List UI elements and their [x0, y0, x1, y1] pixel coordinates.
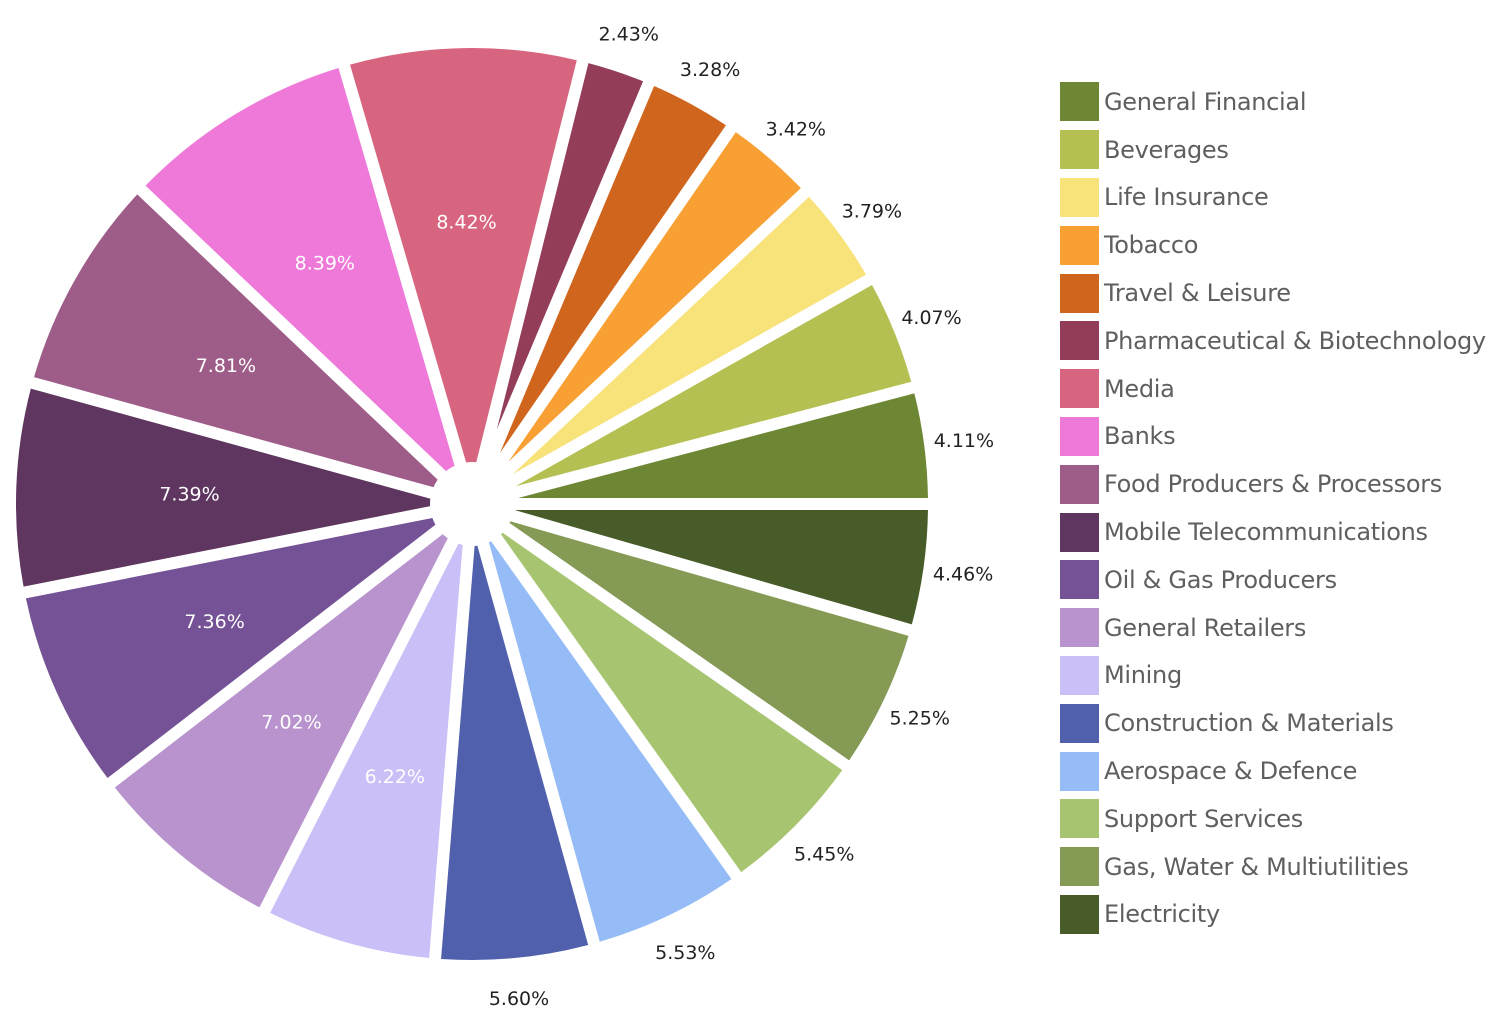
- data-label-travel-and-leisure: 3.28%: [680, 59, 740, 81]
- data-label-general-financial: 4.11%: [934, 430, 994, 452]
- legend-swatch: [1060, 703, 1099, 743]
- pie-center-hole: [430, 462, 514, 546]
- legend-label: Mining: [1104, 661, 1182, 690]
- legend-item-life-insurance: Life Insurance: [1060, 174, 1500, 222]
- legend-swatch: [1060, 799, 1099, 839]
- legend-swatch: [1060, 177, 1099, 217]
- legend-swatch: [1060, 847, 1099, 887]
- legend-swatch: [1060, 560, 1099, 600]
- legend-item-aerospace-and-defence: Aerospace & Defence: [1060, 747, 1500, 795]
- legend-item-pharmaceutical-and-biotechnology: Pharmaceutical & Biotechnology: [1060, 317, 1500, 365]
- legend-label: General Retailers: [1104, 613, 1307, 642]
- legend-label: Media: [1104, 374, 1175, 403]
- data-label-media: 8.42%: [436, 211, 496, 233]
- legend-swatch: [1060, 273, 1099, 313]
- legend-label: Food Producers & Processors: [1104, 470, 1443, 499]
- pie-chart: 4.11% 4.07% 3.79% 3.42% 3.28% 2.43% 8.42% 8.39%…: [15, 23, 994, 1010]
- legend-swatch: [1060, 369, 1099, 409]
- data-label-food-producers-and-processors: 7.81%: [196, 355, 256, 377]
- legend-label: Beverages: [1104, 135, 1229, 164]
- data-label-support-services: 5.45%: [794, 843, 854, 865]
- data-label-aerospace-and-defence: 5.53%: [655, 942, 715, 964]
- legend-item-general-retailers: General Retailers: [1060, 604, 1500, 652]
- legend-label: Mobile Telecommunications: [1104, 518, 1428, 547]
- data-label-mining: 6.22%: [365, 766, 425, 788]
- legend-swatch: [1060, 416, 1099, 456]
- legend-swatch: [1060, 130, 1099, 170]
- legend-item-tobacco: Tobacco: [1060, 221, 1500, 269]
- legend-item-general-financial: General Financial: [1060, 78, 1500, 126]
- legend-swatch: [1060, 464, 1099, 504]
- legend-label: Construction & Materials: [1104, 709, 1394, 738]
- legend-swatch: [1060, 751, 1099, 791]
- data-label-life-insurance: 3.79%: [842, 201, 902, 223]
- legend-item-banks: Banks: [1060, 413, 1500, 461]
- legend-swatch: [1060, 512, 1099, 552]
- legend-item-beverages: Beverages: [1060, 126, 1500, 174]
- legend-label: Oil & Gas Producers: [1104, 565, 1337, 594]
- legend-item-construction-and-materials: Construction & Materials: [1060, 699, 1500, 747]
- legend-label: Life Insurance: [1104, 183, 1269, 212]
- data-label-oil-and-gas-producers: 7.36%: [184, 611, 244, 633]
- data-label-mobile-telecommunications: 7.39%: [159, 484, 219, 506]
- legend-label: Banks: [1104, 422, 1176, 451]
- legend-label: Electricity: [1104, 900, 1220, 929]
- legend-item-mobile-telecommunications: Mobile Telecommunications: [1060, 508, 1500, 556]
- legend-item-support-services: Support Services: [1060, 795, 1500, 843]
- legend-label: Tobacco: [1104, 231, 1199, 260]
- legend-item-food-producers-and-processors: Food Producers & Processors: [1060, 460, 1500, 508]
- legend-label: Aerospace & Defence: [1104, 757, 1358, 786]
- chart-legend: General Financial Beverages Life Insurance…: [1060, 78, 1500, 938]
- data-label-construction-and-materials: 5.60%: [489, 988, 549, 1010]
- legend-label: General Financial: [1104, 87, 1307, 116]
- pie-slices: [15, 47, 928, 961]
- legend-item-mining: Mining: [1060, 652, 1500, 700]
- legend-item-gas-water-and-multiutilities: Gas, Water & Multiutilities: [1060, 843, 1500, 891]
- data-label-banks: 8.39%: [295, 253, 355, 275]
- legend-swatch: [1060, 894, 1099, 934]
- data-label-beverages: 4.07%: [901, 307, 961, 329]
- data-label-electricity: 4.46%: [933, 563, 993, 585]
- legend-swatch: [1060, 321, 1099, 361]
- legend-swatch: [1060, 82, 1099, 122]
- legend-swatch: [1060, 225, 1099, 265]
- data-label-pharmaceutical-and-biotechnology: 2.43%: [599, 23, 659, 45]
- legend-swatch: [1060, 655, 1099, 695]
- data-label-tobacco: 3.42%: [766, 118, 826, 140]
- legend-item-travel-and-leisure: Travel & Leisure: [1060, 269, 1500, 317]
- legend-label: Support Services: [1104, 804, 1303, 833]
- legend-item-oil-and-gas-producers: Oil & Gas Producers: [1060, 556, 1500, 604]
- legend-item-electricity: Electricity: [1060, 891, 1500, 939]
- legend-swatch: [1060, 608, 1099, 648]
- legend-label: Pharmaceutical & Biotechnology: [1104, 326, 1486, 355]
- data-label-gas-water-and-multiutilities: 5.25%: [890, 708, 950, 730]
- data-label-general-retailers: 7.02%: [261, 712, 321, 734]
- legend-label: Travel & Leisure: [1104, 279, 1291, 308]
- legend-label: Gas, Water & Multiutilities: [1104, 852, 1409, 881]
- legend-item-media: Media: [1060, 365, 1500, 413]
